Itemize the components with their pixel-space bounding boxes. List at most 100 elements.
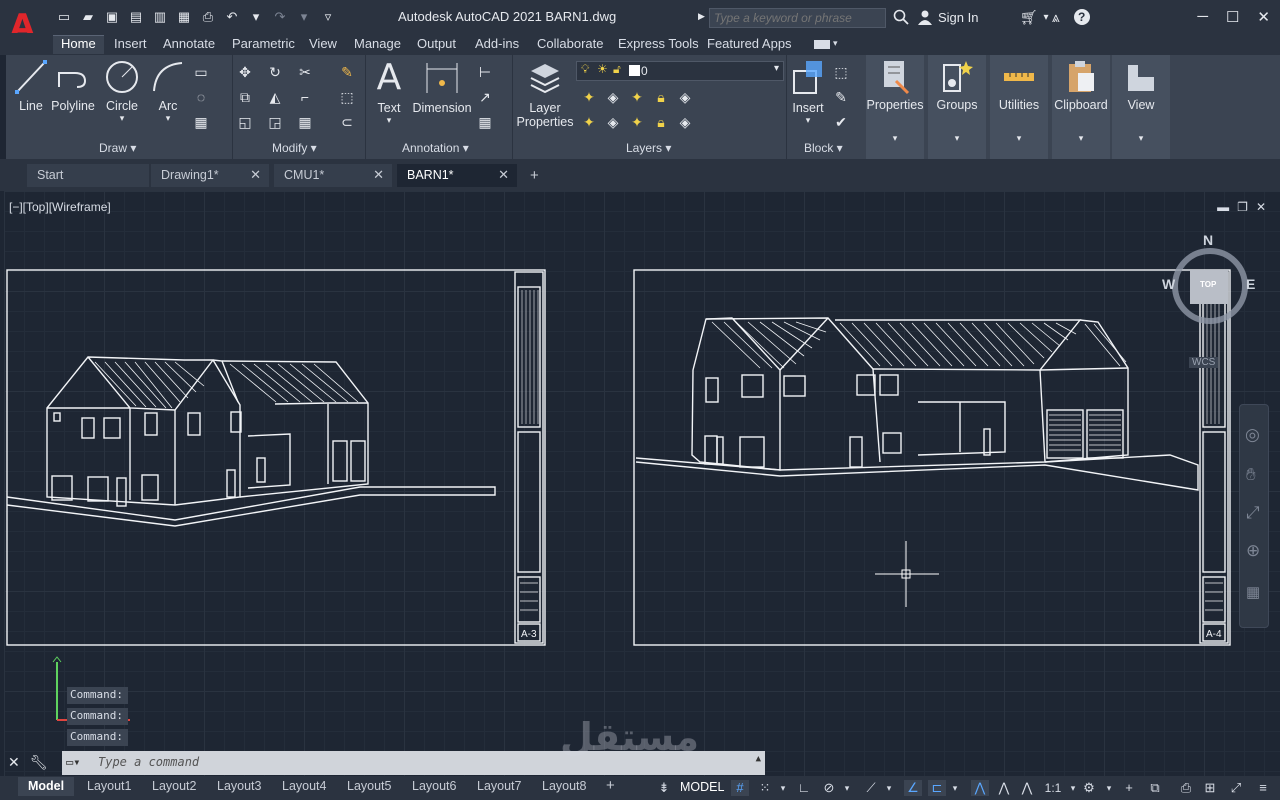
compass-west[interactable]: W [1162, 276, 1175, 292]
help-icon[interactable]: ? [1073, 9, 1090, 25]
tab-parametric[interactable]: Parametric [232, 36, 295, 51]
snap-icon[interactable]: ⁙ [756, 780, 774, 796]
tab-output[interactable]: Output [417, 36, 456, 51]
layer-tool-1-icon[interactable]: ✦ [580, 88, 598, 106]
clipboard-panel-button[interactable]: Clipboard ▾ [1052, 55, 1110, 159]
layer-on-icon[interactable]: 💡︎ [581, 62, 589, 77]
groups-panel-button[interactable]: Groups ▾ [928, 55, 986, 159]
copy-icon[interactable]: ⧉ [236, 88, 254, 106]
redo-dropdown-icon[interactable]: ▾ [295, 9, 313, 25]
rotate-icon[interactable]: ↻ [266, 63, 284, 81]
close-tab-icon[interactable]: ✕ [250, 167, 261, 183]
tab-manage[interactable]: Manage [354, 36, 401, 51]
layer-color-swatch[interactable] [629, 65, 640, 76]
layer-tool-5-icon[interactable]: ◈ [676, 88, 694, 106]
line-button[interactable]: Line [12, 59, 50, 113]
command-prompt-icon[interactable]: ▭▾ [66, 755, 80, 769]
annotation-panel-title[interactable]: Annotation ▾ [402, 141, 469, 155]
plot-icon[interactable]: ⎙ [199, 9, 217, 25]
ribbon-minimize-icon[interactable] [814, 40, 830, 49]
tab-insert[interactable]: Insert [114, 36, 147, 51]
array-icon[interactable]: ▦ [296, 113, 314, 131]
polar-icon[interactable]: ⊘ [820, 780, 838, 796]
annotation-scale-icon[interactable]: ⋀ [1018, 780, 1036, 796]
model-space-button[interactable]: MODEL [680, 780, 724, 794]
close-icon[interactable]: ✕ [1257, 8, 1270, 26]
layer-freeze-icon[interactable]: ☀ [597, 62, 608, 76]
mirror-icon[interactable]: ◭ [266, 88, 284, 106]
isolate-objects-icon[interactable]: ⧉ [1146, 780, 1164, 796]
autodesk-app-store-icon[interactable]: ⩓ [1052, 9, 1060, 26]
circle-dropdown-icon[interactable]: ▾ [102, 113, 142, 124]
compass-east[interactable]: E [1246, 276, 1255, 292]
minimize-icon[interactable]: ─ [1197, 8, 1208, 26]
file-tab-start[interactable]: Start [27, 164, 149, 187]
clean-screen-icon[interactable]: ⤢ [1227, 780, 1245, 796]
search-icon[interactable] [893, 9, 911, 27]
gradient-icon[interactable]: ▦ [192, 113, 210, 131]
clipboard-dropdown-icon[interactable]: ▾ [1079, 133, 1084, 143]
showmotion-icon[interactable]: ▦ [1246, 583, 1260, 601]
file-tab-barn1[interactable]: BARN1* ✕ [397, 164, 517, 187]
layer-tool-8-icon[interactable]: ✦ [628, 113, 646, 131]
object-snap-tracking-icon[interactable]: ∠ [904, 780, 922, 796]
ortho-icon[interactable]: ∟ [795, 780, 813, 796]
annotation-monitor-icon[interactable]: + [1120, 780, 1138, 796]
ribbon-options-icon[interactable]: ▾ [833, 38, 838, 49]
utilities-dropdown-icon[interactable]: ▾ [1017, 133, 1022, 143]
view-panel-button[interactable]: View ▾ [1112, 55, 1170, 159]
modify-panel-title[interactable]: Modify ▾ [272, 141, 317, 155]
open-web-icon[interactable]: ▥ [151, 9, 169, 25]
compass-north[interactable]: N [1203, 232, 1213, 248]
command-history-toggle-icon[interactable]: ▲ [756, 754, 761, 764]
properties-dropdown-icon[interactable]: ▾ [893, 133, 898, 143]
close-tab-icon[interactable]: ✕ [498, 167, 509, 183]
layer-properties-button[interactable]: Layer Properties [514, 59, 576, 129]
layout-tab-4[interactable]: Layout4 [282, 779, 326, 793]
wcs-menu[interactable]: WCS [1189, 357, 1219, 368]
layer-lock-icon[interactable]: 🔓︎ [613, 62, 621, 77]
undo-icon[interactable]: ↶ [223, 9, 241, 25]
save-web-icon[interactable]: ▦ [175, 9, 193, 25]
edit-block-icon[interactable]: ✎ [832, 88, 850, 106]
layer-tool-4-icon[interactable]: 🔒︎ [652, 88, 670, 106]
layer-tool-6-icon[interactable]: ✦ [580, 113, 598, 131]
tab-collaborate[interactable]: Collaborate [537, 36, 604, 51]
offset-icon[interactable]: ⊂ [338, 113, 356, 131]
properties-panel-button[interactable]: Properties ▾ [866, 55, 924, 159]
layout-tab-model[interactable]: Model [18, 777, 75, 796]
tab-view[interactable]: View [309, 36, 337, 51]
workspace-gear-icon[interactable]: ⚙ [1080, 780, 1098, 796]
tab-add-ins[interactable]: Add-ins [475, 36, 519, 51]
units-icon[interactable]: ⊞ [1201, 780, 1219, 796]
viewcube-top-face[interactable]: TOP [1200, 280, 1216, 289]
view-dropdown-icon[interactable]: ▾ [1139, 133, 1144, 143]
create-block-icon[interactable]: ⬚ [832, 63, 850, 81]
file-tab-drawing1[interactable]: Drawing1* ✕ [151, 164, 269, 187]
object-snap-dropdown-icon[interactable]: ▾ [946, 780, 964, 796]
erase-icon[interactable]: ✎ [338, 63, 356, 81]
layer-dropdown[interactable]: 💡︎ ☀ 🔓︎ 0 ▾ [576, 61, 784, 81]
redo-icon[interactable]: ↷ [271, 9, 289, 25]
insert-block-button[interactable]: Insert ▾ [788, 59, 828, 126]
dimension-button[interactable]: Dimension [410, 59, 474, 115]
maximize-icon[interactable]: ☐ [1226, 8, 1239, 26]
new-file-icon[interactable]: ▭ [55, 9, 73, 25]
linear-dimension-icon[interactable]: ⊢ [476, 63, 494, 81]
layers-panel-title[interactable]: Layers ▾ [626, 141, 671, 155]
scale-icon[interactable]: ◲ [266, 113, 284, 131]
isodraft-icon[interactable]: ⟋ [862, 780, 880, 796]
cart-icon[interactable]: 🛒︎ [1020, 9, 1038, 26]
arc-dropdown-icon[interactable]: ▾ [148, 113, 188, 124]
orbit-icon[interactable]: ⊕ [1246, 541, 1260, 561]
insert-dropdown-icon[interactable]: ▾ [788, 115, 828, 126]
layout-tab-7[interactable]: Layout7 [477, 779, 521, 793]
layer-dropdown-arrow-icon[interactable]: ▾ [774, 63, 779, 74]
annotation-visibility-icon[interactable]: ⋀ [971, 780, 989, 796]
layer-tool-10-icon[interactable]: ◈ [676, 113, 694, 131]
layout-tab-1[interactable]: Layout1 [87, 779, 131, 793]
snap-dropdown-icon[interactable]: ▾ [774, 780, 792, 796]
file-tab-cmu1[interactable]: CMU1* ✕ [274, 164, 392, 187]
stretch-icon[interactable]: ◱ [236, 113, 254, 131]
layer-tool-3-icon[interactable]: ✦ [628, 88, 646, 106]
